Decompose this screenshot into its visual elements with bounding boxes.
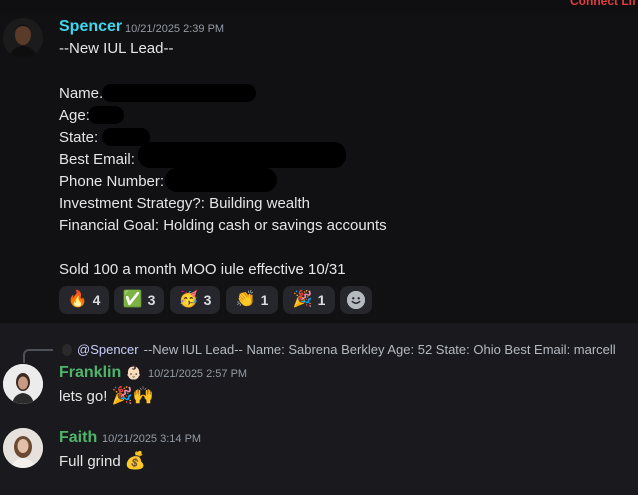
message-timestamp[interactable]: 10/21/2025 2:39 PM	[125, 23, 224, 35]
reaction-partying-face[interactable]: 🥳 3	[170, 286, 220, 314]
message-line-header: --New IUL Lead--	[59, 40, 174, 57]
message-line-state: State:	[59, 129, 99, 146]
redaction-age	[88, 106, 124, 124]
message-text: Full grind	[59, 453, 121, 470]
channel-top-bar: Connect Lif	[0, 0, 638, 14]
fire-icon: 🔥	[67, 291, 88, 308]
faith-avatar[interactable]	[3, 428, 43, 468]
money-bag-icon: 💰	[124, 451, 147, 470]
message-author-franklin[interactable]: Franklin 👶🏻	[59, 364, 142, 382]
message-line-name: Name.	[59, 85, 104, 102]
reaction-fire[interactable]: 🔥 4	[59, 286, 109, 314]
clapping-hands-icon: 👏	[235, 291, 256, 308]
author-name[interactable]: Spencer	[59, 18, 122, 35]
message-author-spencer[interactable]: Spencer	[59, 18, 122, 36]
spencer-avatar[interactable]	[3, 18, 43, 58]
reaction-count: 3	[203, 292, 212, 308]
reaction-count: 1	[260, 292, 269, 308]
redaction-name	[102, 84, 256, 102]
message-timestamp[interactable]: 10/21/2025 2:57 PM	[148, 368, 247, 380]
message-timestamp[interactable]: 10/21/2025 3:14 PM	[102, 433, 201, 445]
redaction-email	[138, 142, 346, 168]
author-name[interactable]: Franklin	[59, 364, 121, 381]
message-line-email: Best Email:	[59, 151, 135, 168]
reply-spine	[23, 349, 53, 363]
reaction-count: 4	[92, 292, 101, 308]
reaction-check[interactable]: ✅ 3	[114, 286, 164, 314]
reply-mention[interactable]: @Spencer	[77, 342, 139, 357]
party-popper-icon: 🎉	[292, 291, 313, 308]
franklin-avatar[interactable]	[3, 364, 43, 404]
baby-badge-icon: 👶🏻	[125, 365, 142, 380]
reply-reference[interactable]: @Spencer --New IUL Lead-- Name: Sabrena …	[62, 342, 616, 357]
message-line-sold: Sold 100 a month MOO iule effective 10/3…	[59, 261, 346, 278]
party-popper-raising-hands-icon: 🎉🙌	[111, 386, 154, 405]
reaction-count: 3	[147, 292, 156, 308]
message-text-franklin: lets go! 🎉🙌	[59, 386, 154, 406]
message-text: lets go!	[59, 388, 108, 405]
reaction-party-popper[interactable]: 🎉 1	[283, 286, 335, 314]
reply-avatar	[62, 343, 72, 356]
message-line-phone: Phone Number:	[59, 173, 165, 190]
message-line-strategy: Investment Strategy?: Building wealth	[59, 195, 310, 212]
top-partial-text: Connect Lif	[570, 0, 636, 8]
redaction-phone	[165, 168, 277, 192]
check-mark-icon: ✅	[122, 291, 143, 308]
add-reaction-button[interactable]	[340, 286, 372, 314]
author-name[interactable]: Faith	[59, 429, 97, 446]
message-author-faith[interactable]: Faith	[59, 429, 97, 447]
message-text-faith: Full grind 💰	[59, 451, 146, 471]
smiley-add-reaction-icon	[347, 291, 365, 309]
message-line-age: Age:	[59, 107, 90, 124]
reaction-clapping-hands[interactable]: 👏 1	[226, 286, 278, 314]
message-line-goal: Financial Goal: Holding cash or savings …	[59, 217, 387, 234]
reply-preview-text[interactable]: --New IUL Lead-- Name: Sabrena Berkley A…	[144, 342, 616, 357]
reaction-count: 1	[317, 292, 326, 308]
partying-face-icon: 🥳	[178, 291, 199, 308]
